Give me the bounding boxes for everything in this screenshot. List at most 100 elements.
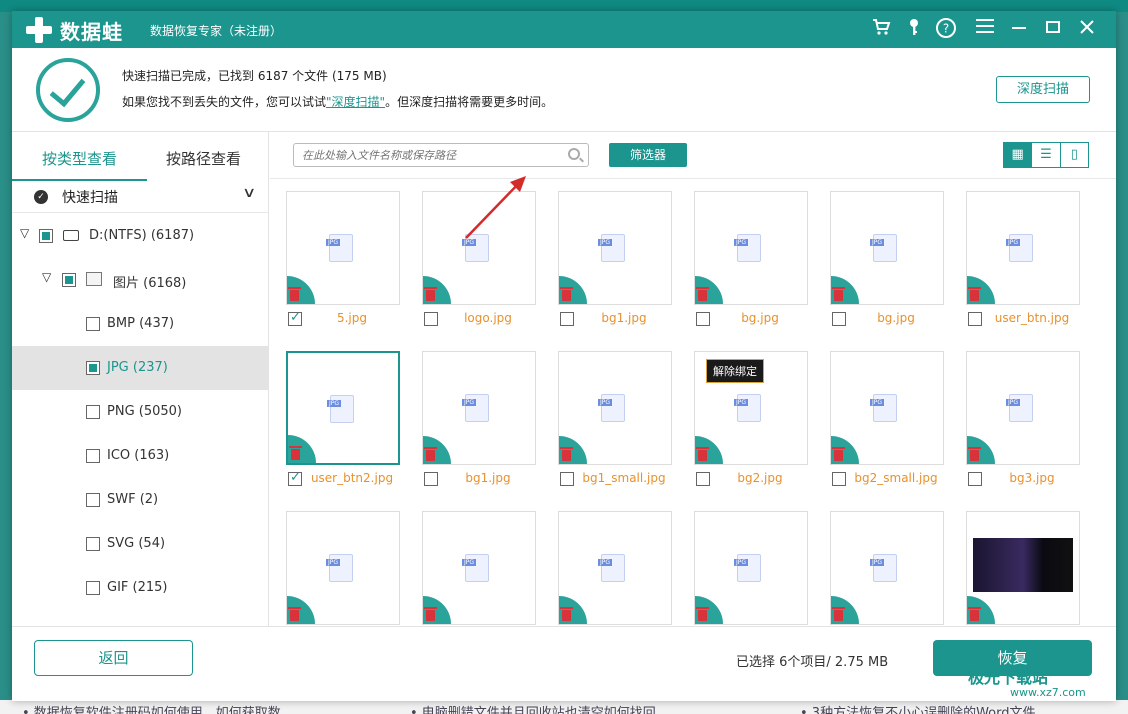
delete-badge[interactable]: [967, 276, 995, 304]
file-thumbnail[interactable]: [558, 351, 672, 465]
search-box[interactable]: [293, 143, 589, 167]
type-checkbox[interactable]: [86, 493, 100, 507]
tree-images[interactable]: ▽ 图片 (6168): [12, 258, 268, 302]
minimize-icon[interactable]: [1006, 17, 1032, 43]
delete-badge[interactable]: [695, 436, 723, 464]
chevron-down-icon[interactable]: ∨: [242, 185, 256, 201]
type-checkbox[interactable]: [86, 581, 100, 595]
search-input[interactable]: [294, 144, 554, 167]
images-checkbox[interactable]: [62, 273, 76, 287]
trash-icon: [424, 287, 437, 301]
tab-by-path[interactable]: 按路径查看: [166, 148, 241, 169]
file-thumbnail[interactable]: [694, 511, 808, 625]
file-checkbox[interactable]: [696, 472, 710, 486]
file-thumbnail[interactable]: [558, 191, 672, 305]
delete-badge[interactable]: [831, 436, 859, 464]
deep-scan-button[interactable]: 深度扫描: [996, 76, 1090, 103]
search-icon[interactable]: [568, 148, 580, 160]
delete-badge[interactable]: [559, 276, 587, 304]
delete-badge[interactable]: [423, 276, 451, 304]
file-thumbnail[interactable]: [558, 511, 672, 625]
delete-badge[interactable]: [967, 596, 995, 624]
collapse-icon[interactable]: ▽: [42, 270, 51, 284]
file-thumbnail[interactable]: [830, 351, 944, 465]
file-thumbnail[interactable]: [422, 351, 536, 465]
type-checkbox[interactable]: [86, 449, 100, 463]
tree-type-png[interactable]: PNG (5050): [12, 390, 268, 434]
file-thumbnail[interactable]: [286, 191, 400, 305]
bg-link-3[interactable]: • 3种方法恢复不小心误删除的Word文件: [800, 702, 1036, 714]
tree-type-swf[interactable]: SWF (2): [12, 478, 268, 522]
file-name: logo.jpg: [464, 311, 512, 325]
collapse-icon[interactable]: ▽: [20, 226, 29, 240]
type-checkbox[interactable]: [86, 537, 100, 551]
file-thumbnail[interactable]: [422, 191, 536, 305]
filter-button[interactable]: 筛选器: [609, 143, 687, 167]
background-article-links: • 数据恢复软件注册码如何使用，如何获取数 • 电脑删错文件并且回收站也清空如何…: [0, 700, 1128, 714]
tree-type-svg[interactable]: SVG (54): [12, 522, 268, 566]
file-thumbnail[interactable]: [830, 191, 944, 305]
list-view-icon[interactable]: ☰: [1032, 143, 1061, 167]
file-checkbox[interactable]: [424, 472, 438, 486]
delete-badge[interactable]: [559, 596, 587, 624]
delete-badge[interactable]: [423, 596, 451, 624]
deep-scan-link[interactable]: "深度扫描": [326, 95, 385, 109]
tree-type-gif[interactable]: GIF (215): [12, 566, 268, 610]
tab-by-type[interactable]: 按类型查看: [42, 148, 117, 169]
file-thumbnail[interactable]: [286, 351, 400, 465]
delete-badge[interactable]: [288, 435, 316, 463]
file-checkbox[interactable]: [832, 312, 846, 326]
trash-icon: [289, 446, 302, 460]
delete-badge[interactable]: [967, 436, 995, 464]
file-thumbnail[interactable]: [286, 511, 400, 625]
back-button[interactable]: 返回: [34, 640, 193, 676]
file-checkbox[interactable]: [968, 312, 982, 326]
tree-drive[interactable]: ▽ D:(NTFS) (6187): [12, 214, 268, 258]
quick-scan-row[interactable]: ✓ 快速扫描 ∨: [12, 181, 268, 213]
delete-badge[interactable]: [831, 276, 859, 304]
file-checkbox[interactable]: [288, 470, 302, 486]
tree-type-jpg[interactable]: JPG (237): [12, 346, 268, 390]
tree-type-bmp[interactable]: BMP (437): [12, 302, 268, 346]
file-thumbnail[interactable]: [966, 511, 1080, 625]
bg-link-2[interactable]: • 电脑删错文件并且回收站也清空如何找回: [410, 702, 656, 714]
detail-view-icon[interactable]: ▯: [1061, 143, 1088, 167]
file-checkbox[interactable]: [424, 312, 438, 326]
tree-type-ico[interactable]: ICO (163): [12, 434, 268, 478]
type-checkbox[interactable]: [86, 361, 100, 375]
file-checkbox[interactable]: [288, 310, 302, 326]
bg-link-1[interactable]: • 数据恢复软件注册码如何使用，如何获取数: [22, 702, 281, 714]
trash-icon: [696, 287, 709, 301]
grid-view-icon[interactable]: ▦: [1004, 143, 1033, 167]
menu-icon[interactable]: [972, 17, 998, 43]
type-checkbox[interactable]: [86, 405, 100, 419]
key-icon[interactable]: [901, 17, 927, 43]
delete-badge[interactable]: [559, 436, 587, 464]
trash-icon: [696, 607, 709, 621]
trash-icon: [968, 287, 981, 301]
file-checkbox[interactable]: [832, 472, 846, 486]
file-thumbnail[interactable]: [422, 511, 536, 625]
type-checkbox[interactable]: [86, 317, 100, 331]
maximize-icon[interactable]: [1040, 17, 1066, 43]
file-checkbox[interactable]: [968, 472, 982, 486]
file-thumbnail[interactable]: [694, 191, 808, 305]
file-thumbnail[interactable]: [830, 511, 944, 625]
cart-icon[interactable]: [868, 17, 894, 43]
delete-badge[interactable]: [695, 276, 723, 304]
delete-badge[interactable]: [287, 596, 315, 624]
delete-badge[interactable]: [423, 436, 451, 464]
drive-checkbox[interactable]: [39, 229, 53, 243]
close-icon[interactable]: [1074, 17, 1100, 43]
file-checkbox[interactable]: [696, 312, 710, 326]
delete-badge[interactable]: [695, 596, 723, 624]
delete-badge[interactable]: [831, 596, 859, 624]
jpg-file-icon: [326, 554, 353, 582]
help-icon[interactable]: ?: [933, 17, 959, 43]
file-thumbnail[interactable]: [966, 351, 1080, 465]
deep-scan-hint: 如果您找不到丢失的文件，您可以试试"深度扫描"。但深度扫描将需要更多时间。: [122, 93, 553, 110]
file-thumbnail[interactable]: [966, 191, 1080, 305]
delete-badge[interactable]: [287, 276, 315, 304]
file-checkbox[interactable]: [560, 312, 574, 326]
file-checkbox[interactable]: [560, 472, 574, 486]
